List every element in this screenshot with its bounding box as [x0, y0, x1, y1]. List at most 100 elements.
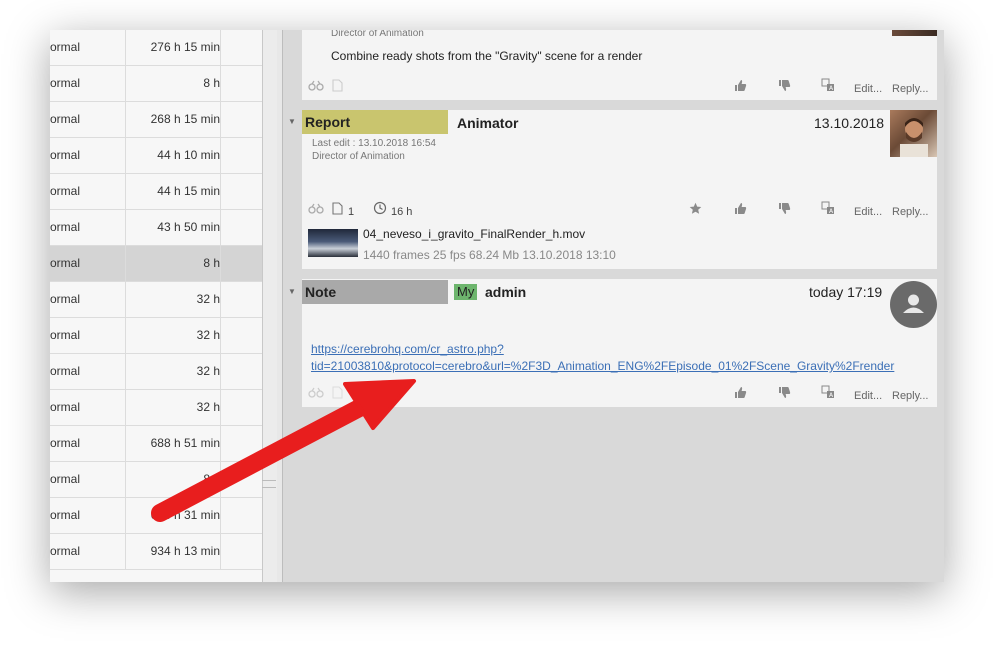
last-edit-text: Last edit : 13.10.2018 16:54: [312, 138, 436, 149]
status-cell: ormal: [50, 102, 126, 137]
time-cell: 32 h: [126, 318, 221, 353]
avatar: [890, 110, 937, 157]
author-role: Director of Animation: [331, 30, 424, 39]
message-toolbar: 1 16 h A Edit... Reply...: [302, 201, 937, 223]
empty-cell: [221, 354, 262, 389]
link-line-1[interactable]: https://cerebrohq.com/cr_astro.php?: [311, 341, 894, 358]
attachment-thumbnail[interactable]: [308, 229, 358, 257]
table-row[interactable]: ormal 32 h: [50, 282, 262, 318]
forum-panel: Director of Animation Combine ready shot…: [283, 30, 944, 582]
scrollbar-grip[interactable]: [262, 480, 276, 488]
edit-link[interactable]: Edit...: [854, 78, 882, 100]
table-row[interactable]: ormal 32 h: [50, 390, 262, 426]
table-row[interactable]: ormal 688 h 51 min: [50, 426, 262, 462]
status-cell: ormal: [50, 354, 126, 389]
thumbs-down-icon[interactable]: [778, 201, 791, 223]
table-row[interactable]: ormal 8 h: [50, 66, 262, 102]
message-card-note: ▼ Note My admin today 17:19 https://cere…: [288, 279, 937, 407]
table-row[interactable]: ormal 44 h 10 min: [50, 138, 262, 174]
star-icon[interactable]: [689, 201, 702, 223]
table-row[interactable]: ormal 8 h: [50, 462, 262, 498]
my-badge: My: [454, 284, 478, 300]
status-cell: ormal: [50, 534, 126, 569]
avatar-top: [892, 30, 937, 36]
time-cell: 8 h: [126, 462, 221, 497]
empty-cell: [221, 30, 262, 65]
status-cell: ormal: [50, 282, 126, 317]
spectacles-icon[interactable]: [308, 201, 324, 223]
table-row[interactable]: ormal 276 h 15 min: [50, 30, 262, 66]
message-link[interactable]: https://cerebrohq.com/cr_astro.php? tid=…: [311, 341, 894, 375]
empty-cell: [221, 138, 262, 173]
empty-cell: [221, 462, 262, 497]
empty-cell: [221, 498, 262, 533]
message-toolbar: A Edit... Reply...: [302, 385, 937, 407]
translate-icon[interactable]: A: [821, 78, 835, 100]
attachment-file-name[interactable]: 04_neveso_i_gravito_FinalRender_h.mov: [363, 227, 585, 241]
collapse-arrow-icon[interactable]: ▼: [288, 117, 296, 126]
time-cell: 44 h 10 min: [126, 138, 221, 173]
thumbs-down-icon[interactable]: [778, 385, 791, 407]
time-cell: 688 h 51 min: [126, 426, 221, 461]
translate-icon[interactable]: A: [821, 201, 835, 223]
status-cell: ormal: [50, 390, 126, 425]
translate-icon[interactable]: A: [821, 385, 835, 407]
message-type-tag: Note: [302, 280, 448, 304]
collapse-arrow-icon[interactable]: ▼: [288, 287, 296, 296]
message-date: 13.10.2018: [814, 115, 885, 131]
time-cell: 934 h 13 min: [126, 534, 221, 569]
message-type-tag: Report: [302, 110, 448, 134]
edit-link[interactable]: Edit...: [854, 201, 882, 223]
time-cell: 8 h: [126, 66, 221, 101]
app-window: ormal 276 h 15 min ormal 8 h ormal 268 h 15 m…: [50, 30, 944, 582]
reply-link[interactable]: Reply...: [892, 385, 928, 407]
document-icon[interactable]: [332, 78, 343, 100]
table-row[interactable]: ormal 8 h: [50, 246, 262, 282]
empty-cell: [221, 390, 262, 425]
time-cell: 8 h: [126, 246, 221, 281]
message-card-report: ▼ Report Animator 13.10.2018 Last edit :…: [288, 110, 937, 269]
thumbs-up-icon[interactable]: [734, 78, 747, 100]
thumbs-up-icon[interactable]: [734, 201, 747, 223]
attachments-count: 1: [348, 206, 355, 218]
author-name: Animator: [457, 115, 519, 131]
status-cell: ormal: [50, 246, 126, 281]
status-cell: ormal: [50, 210, 126, 245]
reply-link[interactable]: Reply...: [892, 78, 928, 100]
status-cell: ormal: [50, 66, 126, 101]
table-row[interactable]: ormal 32 h: [50, 354, 262, 390]
empty-cell: [221, 246, 262, 281]
spectacles-icon[interactable]: [308, 78, 324, 100]
empty-cell: [221, 210, 262, 245]
spectacles-icon[interactable]: [308, 385, 324, 407]
time-cell: 268 h 15 min: [126, 102, 221, 137]
status-cell: ormal: [50, 426, 126, 461]
document-icon[interactable]: [332, 385, 343, 407]
reply-link[interactable]: Reply...: [892, 201, 928, 223]
table-row[interactable]: ormal 32 h: [50, 318, 262, 354]
table-row[interactable]: ormal 268 h 15 min: [50, 102, 262, 138]
author-role: Director of Animation: [312, 151, 405, 162]
time-cell: 276 h 15 min: [126, 30, 221, 65]
last-edit-info: Last edit : 13.10.2018 16:54 Director of…: [312, 137, 436, 163]
author-name: admin: [485, 284, 527, 300]
time-cell: 688 h 31 min: [126, 498, 221, 533]
empty-cell: [221, 102, 262, 137]
scrollbar-track[interactable]: [262, 30, 278, 582]
empty-cell: [221, 66, 262, 101]
time-cell: 44 h 15 min: [126, 174, 221, 209]
table-row[interactable]: ormal 934 h 13 min: [50, 534, 262, 570]
time-cell: 32 h: [126, 390, 221, 425]
link-line-2[interactable]: tid=21003810&protocol=cerebro&url=%2F3D_…: [311, 358, 894, 375]
status-cell: ormal: [50, 462, 126, 497]
status-cell: ormal: [50, 30, 126, 65]
message-text: Combine ready shots from the "Gravity" s…: [331, 49, 643, 63]
thumbs-up-icon[interactable]: [734, 385, 747, 407]
table-row[interactable]: ormal 43 h 50 min: [50, 210, 262, 246]
time-cell: 43 h 50 min: [126, 210, 221, 245]
thumbs-down-icon[interactable]: [778, 78, 791, 100]
edit-link[interactable]: Edit...: [854, 385, 882, 407]
table-row[interactable]: ormal 688 h 31 min: [50, 498, 262, 534]
table-row[interactable]: ormal 44 h 15 min: [50, 174, 262, 210]
document-icon[interactable]: [332, 201, 343, 223]
